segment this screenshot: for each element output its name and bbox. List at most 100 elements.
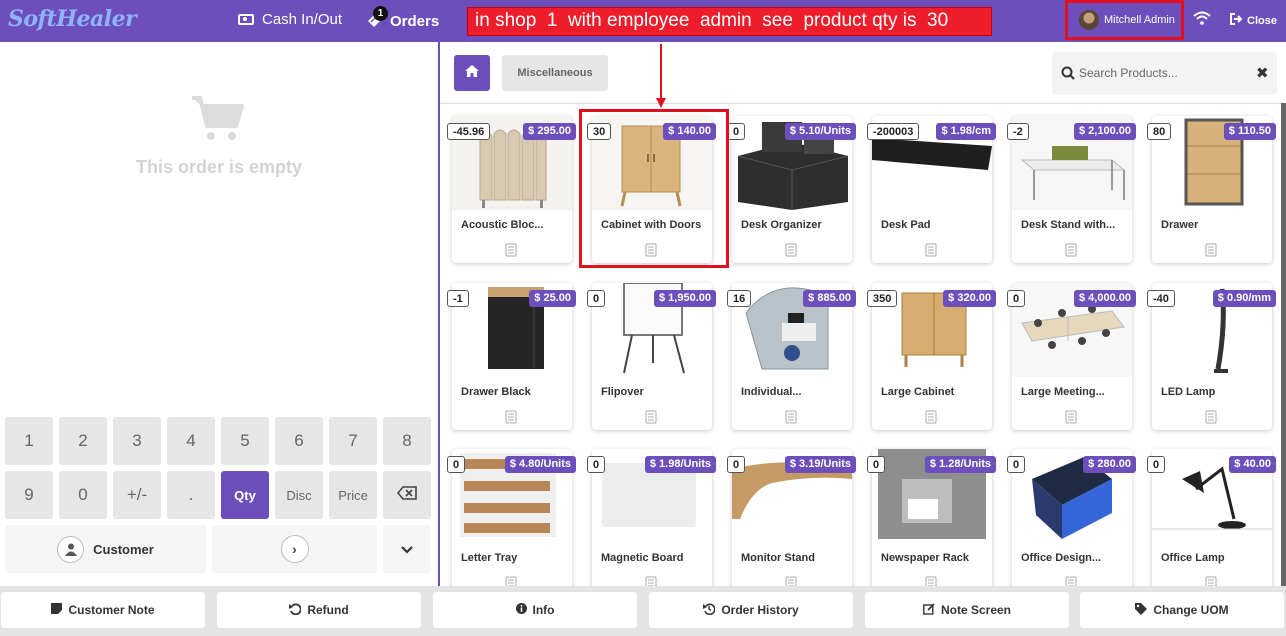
- product-card[interactable]: -1 $ 25.00 Drawer Black: [447, 283, 576, 430]
- product-card[interactable]: 0 $ 4,000.00 Large Meeting...: [1007, 283, 1136, 430]
- category-miscellaneous[interactable]: Miscellaneous: [502, 55, 608, 91]
- numpad-key-2[interactable]: 2: [59, 417, 107, 465]
- product-card[interactable]: 16 $ 885.00 Individual...: [727, 283, 856, 430]
- product-info-icon[interactable]: [1205, 576, 1217, 586]
- product-name: Desk Pad: [881, 219, 931, 231]
- product-name: Large Meeting...: [1021, 386, 1105, 398]
- numpad-key-3[interactable]: 3: [113, 417, 161, 465]
- product-price-tag: $ 4,000.00: [1074, 290, 1136, 307]
- annotation-banner: in shop 1 with employee admin see produc…: [467, 7, 992, 36]
- product-price-tag: $ 0.90/mm: [1212, 290, 1276, 307]
- product-info-icon[interactable]: [785, 410, 797, 429]
- product-info-icon[interactable]: [785, 576, 797, 586]
- order-history-button[interactable]: Order History: [649, 592, 853, 628]
- product-card[interactable]: 0 $ 1.28/Units Newspaper Rack: [867, 449, 996, 586]
- product-name: LED Lamp: [1161, 386, 1216, 398]
- product-card[interactable]: 0 $ 40.00 Office Lamp: [1147, 449, 1276, 586]
- product-info-icon[interactable]: [505, 576, 517, 586]
- product-card[interactable]: -45.96 $ 295.00 Acoustic Bloc...: [447, 116, 576, 263]
- product-price-tag: $ 3.19/Units: [784, 456, 856, 473]
- product-info-icon[interactable]: [1205, 410, 1217, 429]
- change-uom-button[interactable]: Change UOM: [1080, 592, 1284, 628]
- product-info-icon[interactable]: [925, 576, 937, 586]
- info-button[interactable]: Info: [433, 592, 637, 628]
- product-name: Magnetic Board: [601, 552, 684, 564]
- product-info-icon[interactable]: [1065, 410, 1077, 429]
- product-info-icon[interactable]: [1205, 243, 1217, 262]
- product-info-icon[interactable]: [645, 576, 657, 586]
- ticket-icon: 1: [366, 6, 388, 31]
- cash-in-out-button[interactable]: Cash In/Out: [238, 11, 342, 28]
- more-options-button[interactable]: [383, 525, 431, 573]
- action-bar: Customer Note Refund Info Order History …: [0, 586, 1286, 636]
- numpad-mode-price[interactable]: Price: [329, 471, 377, 519]
- product-card[interactable]: 350 $ 320.00 Large Cabinet: [867, 283, 996, 430]
- product-card[interactable]: 0 $ 1.98/Units Magnetic Board: [587, 449, 716, 586]
- product-card[interactable]: 0 $ 4.80/Units Letter Tray: [447, 449, 576, 586]
- product-name: Individual...: [741, 386, 802, 398]
- product-qty-badge: 80: [1147, 123, 1172, 140]
- user-avatar: [1079, 10, 1099, 30]
- close-button[interactable]: Close: [1230, 13, 1277, 28]
- product-price-tag: $ 4.80/Units: [504, 456, 576, 473]
- product-price-tag: $ 1.98/Units: [644, 456, 716, 473]
- orders-button[interactable]: 1 Orders: [366, 6, 440, 31]
- numpad-key-6[interactable]: 6: [275, 417, 323, 465]
- undo-icon: [289, 602, 302, 618]
- numpad-key-8[interactable]: 8: [383, 417, 431, 465]
- info-icon: [515, 603, 527, 617]
- edit-icon: [923, 602, 935, 618]
- numpad-mode-disc[interactable]: Disc: [275, 471, 323, 519]
- product-name: Monitor Stand: [741, 552, 815, 564]
- customer-note-button[interactable]: Customer Note: [1, 592, 205, 628]
- product-info-icon[interactable]: [1065, 243, 1077, 262]
- product-price-tag: $ 295.00: [523, 123, 576, 140]
- user-menu[interactable]: Mitchell Admin: [1065, 0, 1184, 40]
- user-name: Mitchell Admin: [1104, 14, 1175, 26]
- refund-button[interactable]: Refund: [217, 592, 421, 628]
- numpad-key-plus-minus[interactable]: +/-: [113, 471, 161, 519]
- product-info-icon[interactable]: [645, 410, 657, 429]
- product-info-icon[interactable]: [505, 410, 517, 429]
- product-info-icon[interactable]: [925, 243, 937, 262]
- numpad-mode-qty[interactable]: Qty: [221, 471, 269, 519]
- product-scrollbar[interactable]: [1281, 103, 1286, 586]
- product-card[interactable]: 80 $ 110.50 Drawer: [1147, 116, 1276, 263]
- product-info-icon[interactable]: [505, 243, 517, 262]
- product-qty-badge: 350: [867, 290, 898, 307]
- numpad-key-1[interactable]: 1: [5, 417, 53, 465]
- product-name: Drawer Black: [461, 386, 531, 398]
- numpad-backspace[interactable]: [383, 471, 431, 519]
- product-info-icon[interactable]: [925, 410, 937, 429]
- search-input[interactable]: [1079, 62, 1249, 84]
- numpad-key-9[interactable]: 9: [5, 471, 53, 519]
- product-price-tag: $ 1.28/Units: [924, 456, 996, 473]
- product-card[interactable]: -40 $ 0.90/mm LED Lamp: [1147, 283, 1276, 430]
- product-card[interactable]: -2 $ 2,100.00 Desk Stand with...: [1007, 116, 1136, 263]
- customer-button[interactable]: Customer: [5, 525, 206, 573]
- orders-label: Orders: [390, 12, 440, 30]
- product-name: Acoustic Bloc...: [461, 219, 544, 231]
- product-card[interactable]: -200003 $ 1.98/cm Desk Pad: [867, 116, 996, 263]
- clear-search-icon[interactable]: ✖: [1256, 64, 1269, 82]
- product-name: Drawer: [1161, 219, 1199, 231]
- product-info-icon[interactable]: [785, 243, 797, 262]
- numpad-key-7[interactable]: 7: [329, 417, 377, 465]
- payment-button[interactable]: ›: [212, 525, 377, 573]
- numpad-key-5[interactable]: 5: [221, 417, 269, 465]
- note-screen-button[interactable]: Note Screen: [865, 592, 1069, 628]
- product-info-icon[interactable]: [1065, 576, 1077, 586]
- numpad-key-decimal[interactable]: .: [167, 471, 215, 519]
- sticky-note-icon: [51, 603, 63, 617]
- numpad-key-0[interactable]: 0: [59, 471, 107, 519]
- product-card[interactable]: 0 $ 5.10/Units Desk Organizer: [727, 116, 856, 263]
- numpad-key-4[interactable]: 4: [167, 417, 215, 465]
- product-qty-badge: 0: [727, 456, 746, 473]
- home-category-button[interactable]: [454, 55, 490, 91]
- product-card[interactable]: 0 $ 280.00 Office Design...: [1007, 449, 1136, 586]
- product-qty-badge: 0: [447, 456, 466, 473]
- product-card[interactable]: 0 $ 3.19/Units Monitor Stand: [727, 449, 856, 586]
- order-empty-message: This order is empty: [135, 157, 303, 177]
- top-bar: SoftHealer Cash In/Out 1 Orders in shop …: [0, 0, 1286, 42]
- product-card[interactable]: 0 $ 1,950.00 Flipover: [587, 283, 716, 430]
